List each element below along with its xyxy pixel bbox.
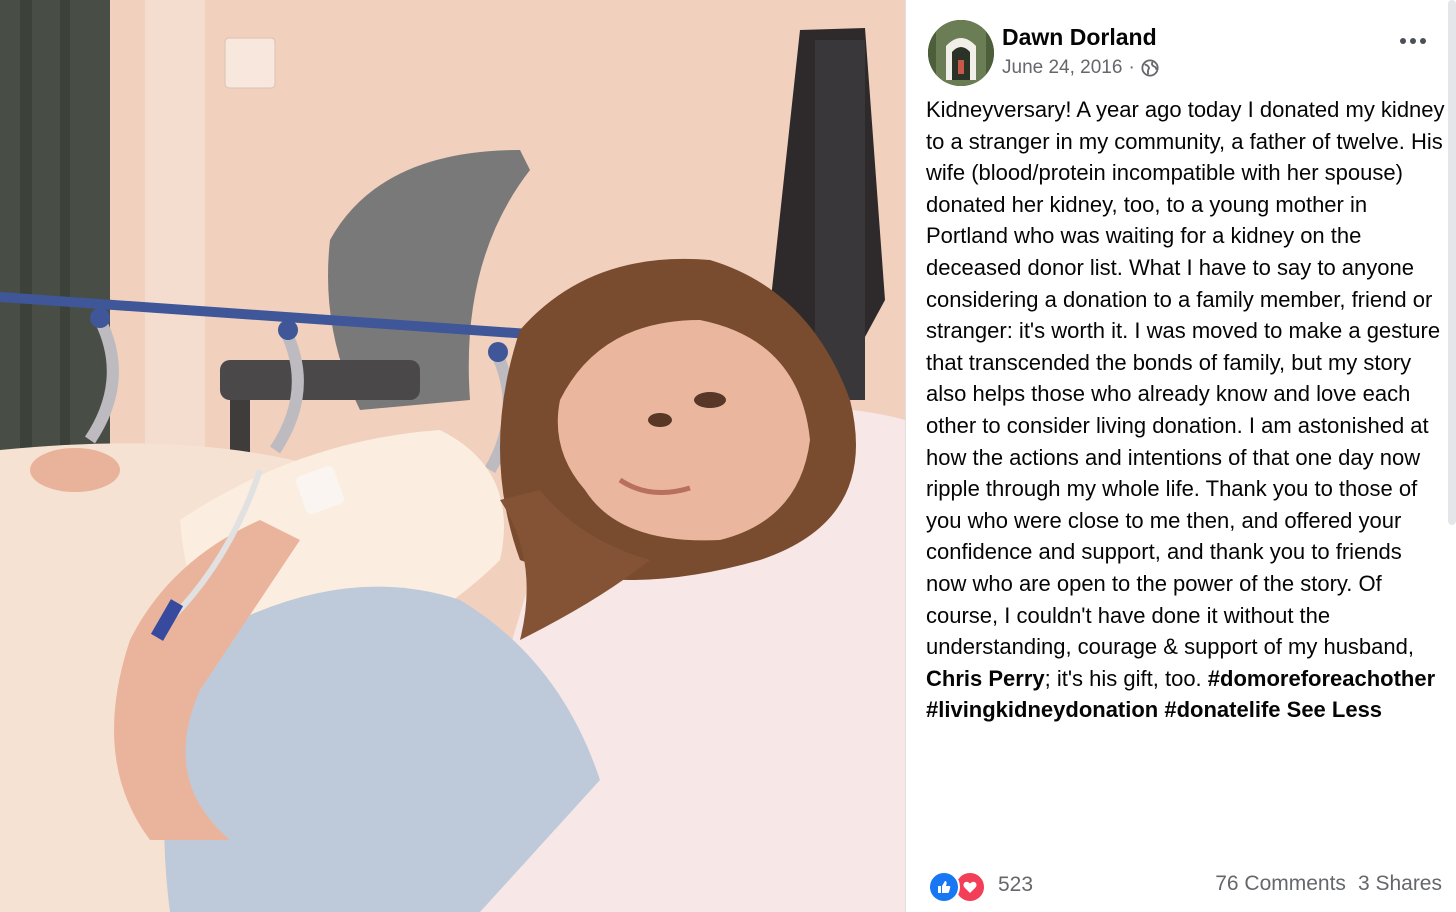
post-photo[interactable]	[0, 0, 905, 912]
heart-glyph	[963, 881, 977, 893]
hashtag-link[interactable]: #domoreforeachother	[1208, 666, 1435, 691]
shares-count-link[interactable]: 3 Shares	[1358, 872, 1442, 896]
hospital-photo-illustration	[0, 0, 905, 912]
post-meta: June 24, 2016 ·	[1002, 57, 1159, 79]
more-dot	[1410, 38, 1416, 44]
like-icon	[928, 871, 960, 903]
mention-link[interactable]: Chris Perry	[926, 666, 1045, 691]
engagement-counts: 76 Comments 3 Shares	[1215, 872, 1442, 896]
globe-icon[interactable]	[1141, 59, 1159, 77]
hashtag-link[interactable]: #donatelife	[1164, 697, 1280, 722]
avatar-image	[928, 20, 994, 86]
author-name[interactable]: Dawn Dorland	[1002, 24, 1157, 51]
post-panel: Dawn Dorland June 24, 2016 · Kidneyversa…	[905, 0, 1456, 912]
post-body: Kidneyversary! A year ago today I donate…	[926, 94, 1448, 726]
post-date[interactable]: June 24, 2016	[1002, 57, 1122, 79]
more-dot	[1400, 38, 1406, 44]
reactions-summary[interactable]: 523	[928, 869, 1034, 903]
more-dot	[1420, 38, 1426, 44]
meta-separator: ·	[1128, 57, 1135, 78]
see-less-button[interactable]: See Less	[1287, 697, 1382, 722]
hashtag-link[interactable]: #livingkidneydonation	[926, 697, 1158, 722]
reaction-count: 523	[998, 873, 1034, 896]
post-text-after-mention: ; it's his gift, too.	[1044, 665, 1208, 691]
post-text-intro: Kidneyversary! A year ago today I donate…	[926, 97, 1445, 660]
author-avatar[interactable]	[928, 20, 994, 86]
thumbs-up-glyph	[938, 881, 951, 893]
reaction-icons	[928, 869, 988, 903]
scrollbar[interactable]	[1448, 0, 1456, 525]
comments-count-link[interactable]: 76 Comments	[1215, 872, 1346, 896]
facebook-post-frame: Dawn Dorland June 24, 2016 · Kidneyversa…	[0, 0, 1456, 912]
more-options-icon[interactable]	[1400, 34, 1430, 48]
